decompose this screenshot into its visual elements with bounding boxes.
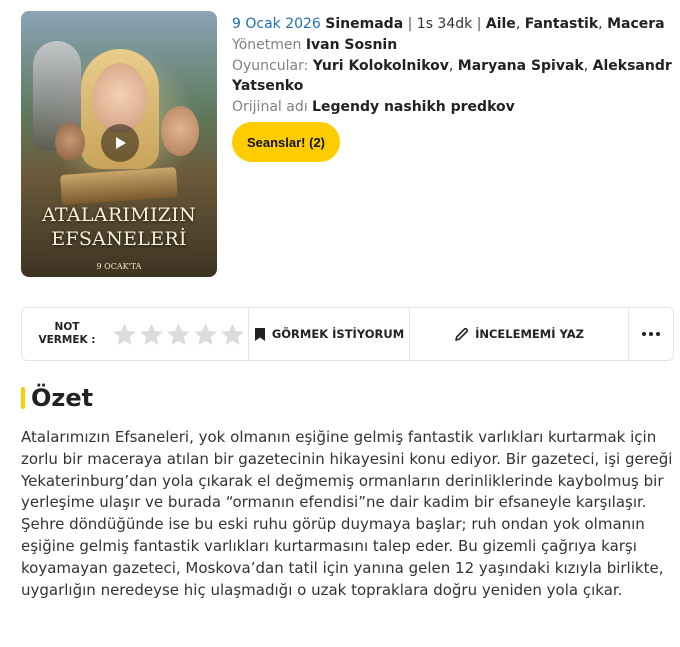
duration: 1s 34dk: [416, 16, 473, 32]
poster-title-line2: EFSANELERİ: [51, 228, 187, 250]
director-row: Yönetmen Ivan Sosnin: [232, 35, 672, 55]
director-link[interactable]: Ivan Sosnin: [306, 37, 397, 53]
original-title-row: Orijinal adı Legendy nashikh predkov: [232, 97, 672, 117]
rating-widget: NOT VERMEK :: [22, 308, 249, 360]
star-icon[interactable]: [166, 322, 191, 347]
star-icon[interactable]: [112, 322, 137, 347]
play-icon: [116, 137, 126, 149]
rate-label: NOT VERMEK :: [38, 321, 96, 346]
summary-header: Özet: [21, 384, 93, 412]
want-to-see-button[interactable]: GÖRMEK İSTİYORUM: [249, 308, 410, 360]
summary-accent-bar: [21, 387, 25, 409]
director-label: Yönetmen: [232, 37, 302, 53]
star-icon[interactable]: [220, 322, 245, 347]
release-date-link[interactable]: 9 Ocak 2026: [232, 16, 321, 32]
poster-figure-girl: [93, 63, 147, 133]
poster-figure-man: [161, 106, 199, 156]
more-options-button[interactable]: [629, 308, 673, 360]
genre-link-fantastik[interactable]: Fantastik: [525, 16, 598, 32]
poster-figure-boy: [55, 123, 85, 161]
movie-info: 9 Ocak 2026 Sinemada | 1s 34dk | Aile, F…: [232, 14, 672, 118]
write-review-button[interactable]: İNCELEMEMİ YAZ: [410, 308, 629, 360]
star-icon[interactable]: [193, 322, 218, 347]
star-icon[interactable]: [139, 322, 164, 347]
pencil-icon: [455, 327, 469, 341]
want-to-see-label: GÖRMEK İSTİYORUM: [271, 327, 405, 341]
original-title-label: Orijinal adı: [232, 99, 308, 115]
summary-title: Özet: [31, 384, 94, 412]
play-trailer-button[interactable]: [101, 124, 139, 162]
genre-link-aile[interactable]: Aile: [486, 16, 516, 32]
summary-text: Atalarımızın Efsaneleri, yok olmanın eşi…: [21, 428, 673, 599]
more-dots-icon: [642, 332, 660, 336]
release-status: Sinemada: [325, 16, 404, 32]
poster-date: 9 OCAK'TA: [96, 262, 142, 271]
movie-poster[interactable]: ATALARIMIZIN EFSANELERİ 9 OCAK'TA: [21, 11, 217, 277]
release-row: 9 Ocak 2026 Sinemada | 1s 34dk | Aile, F…: [232, 16, 665, 32]
cast-link[interactable]: Yuri Kolokolnikov: [313, 58, 449, 74]
cast-row: Oyuncular: Yuri Kolokolnikov, Maryana Sp…: [232, 58, 672, 94]
poster-title-line1: ATALARIMIZIN: [41, 204, 197, 226]
original-title: Legendy nashikh predkov: [312, 99, 515, 115]
showtimes-button[interactable]: Seanslar! (2): [232, 122, 340, 162]
write-review-label: İNCELEMEMİ YAZ: [475, 327, 584, 341]
cast-link[interactable]: Maryana Spivak: [458, 58, 584, 74]
poster-title: ATALARIMIZIN EFSANELERİ: [21, 203, 217, 251]
cast-label: Oyuncular:: [232, 58, 309, 74]
genre-link-macera[interactable]: Macera: [607, 16, 665, 32]
bookmark-icon: [254, 327, 265, 341]
action-bar: NOT VERMEK : GÖRMEK İSTİYORUM İNCELEMEMİ…: [21, 307, 674, 361]
star-rating: [112, 322, 245, 347]
